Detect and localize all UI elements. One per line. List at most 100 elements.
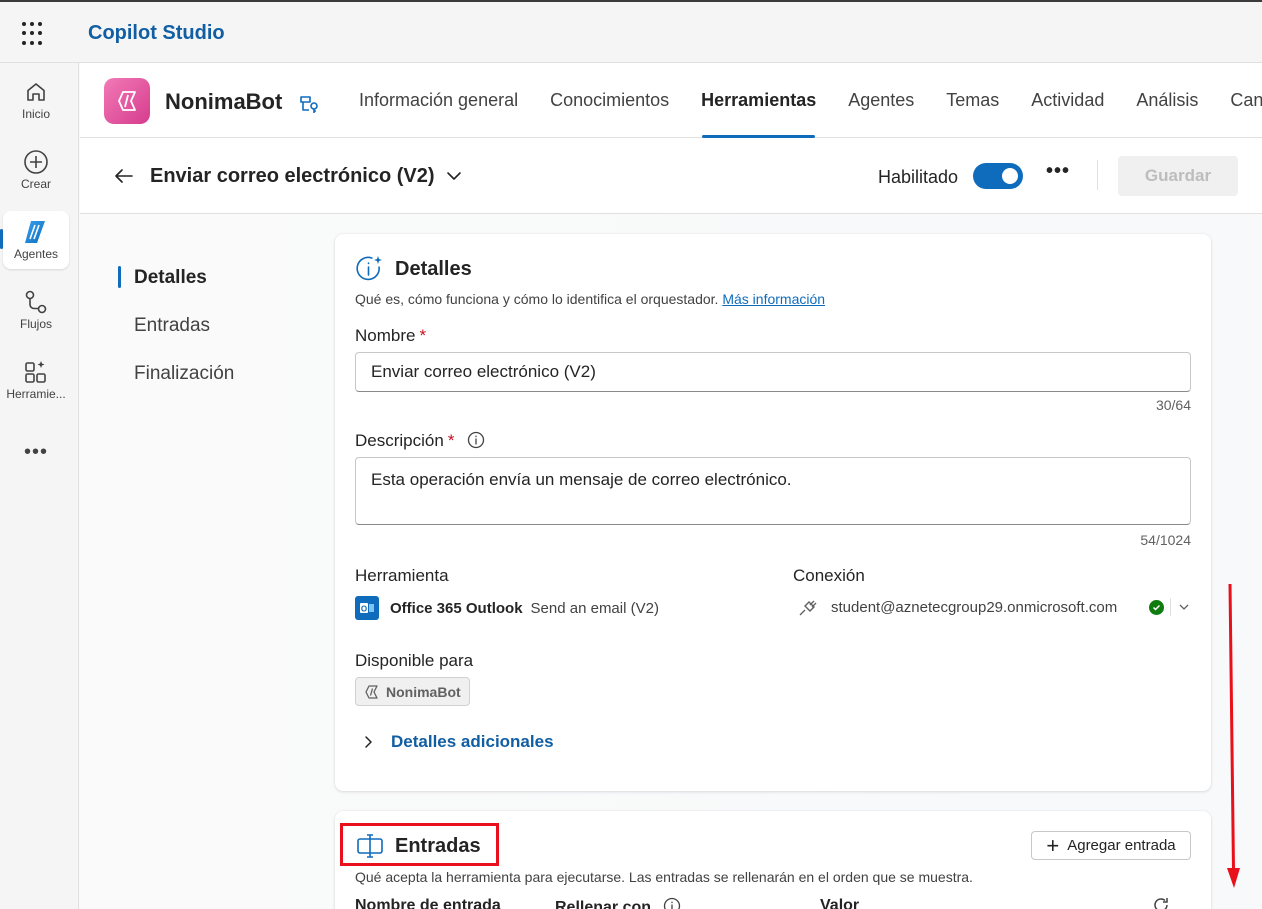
name-label: Nombre * — [355, 326, 426, 346]
details-header: Detalles — [355, 254, 472, 284]
app-title[interactable]: Copilot Studio — [88, 22, 225, 45]
top-bar: Copilot Studio — [0, 0, 1262, 63]
bot-header: NonimaBot Información general Conocimien… — [80, 63, 1262, 138]
home-icon — [23, 79, 49, 105]
col-fill-with-label: Rellenar con — [555, 899, 652, 909]
inputs-card: Entradas + Agregar entrada Qué acepta la… — [335, 811, 1211, 909]
bot-name: NonimaBot — [165, 89, 283, 114]
info-icon[interactable] — [467, 431, 485, 449]
additional-details-label: Detalles adicionales — [391, 732, 554, 751]
refresh-icon[interactable] — [1151, 895, 1171, 909]
description-field[interactable]: Esta operación envía un mensaje de corre… — [355, 457, 1191, 525]
name-field-value: Enviar correo electrónico (V2) — [371, 362, 596, 381]
tab-knowledge[interactable]: Conocimientos — [534, 63, 685, 138]
back-arrow-icon[interactable] — [112, 164, 136, 188]
check-icon — [1149, 599, 1164, 615]
plus-icon: + — [1046, 832, 1060, 858]
tab-agents[interactable]: Agentes — [832, 63, 930, 138]
tab-activity[interactable]: Actividad — [1015, 63, 1120, 138]
tab-overview[interactable]: Información general — [343, 63, 534, 138]
rail-item-flows[interactable]: Flujos — [3, 281, 69, 339]
enabled-toggle[interactable] — [973, 163, 1023, 189]
main-area: NonimaBot Información general Conocimien… — [80, 63, 1262, 909]
add-input-label: Agregar entrada — [1067, 837, 1176, 854]
additional-details-expander[interactable]: Detalles adicionales — [361, 732, 554, 752]
rail-item-label: Agentes — [13, 247, 59, 261]
rail-item-create[interactable]: Crear — [3, 141, 69, 199]
tab-tools[interactable]: Herramientas — [685, 63, 832, 138]
details-subtitle-text: Qué es, cómo funciona y cómo lo identifi… — [355, 291, 719, 307]
details-title: Detalles — [395, 257, 472, 280]
rail-more-icon[interactable]: ••• — [24, 441, 48, 464]
rail-item-home[interactable]: Inicio — [3, 71, 69, 129]
col-fill-with: Rellenar con — [555, 897, 681, 909]
name-counter: 30/64 — [1155, 397, 1191, 413]
details-subtitle: Qué es, cómo funciona y cómo lo identifi… — [355, 291, 825, 307]
description-field-value: Esta operación envía un mensaje de corre… — [371, 470, 792, 489]
content-area: Detalles Entradas Finalización Detalles … — [80, 214, 1262, 909]
connection-email: student@aznetecgroup29.onmicrosoft.com — [831, 598, 1118, 616]
tools-icon — [23, 359, 49, 385]
outlook-icon: O — [355, 596, 379, 620]
rail-item-label: Herramie... — [6, 387, 66, 401]
tool-info: O Office 365 Outlook Send an email (V2) — [355, 596, 659, 620]
save-button[interactable]: Guardar — [1118, 156, 1238, 196]
annotation-highlight-box — [340, 823, 499, 866]
enabled-label: Habilitado — [878, 167, 959, 187]
name-field[interactable]: Enviar correo electrónico (V2) — [355, 352, 1191, 392]
tab-topics[interactable]: Temas — [930, 63, 1015, 138]
rail-item-label: Crear — [20, 177, 51, 191]
key-icon[interactable] — [297, 91, 321, 115]
agents-icon — [23, 219, 49, 245]
info-icon[interactable] — [663, 897, 681, 909]
details-card: Detalles Qué es, cómo funciona y cómo lo… — [335, 234, 1211, 791]
col-value: Valor — [820, 897, 860, 909]
plus-circle-icon — [23, 149, 49, 175]
rail-item-label: Flujos — [19, 317, 52, 331]
info-sparkle-icon — [355, 254, 385, 284]
description-counter: 54/1024 — [1140, 532, 1191, 548]
section-nav: Detalles Entradas Finalización — [118, 254, 234, 398]
svg-text:O: O — [361, 605, 367, 614]
left-rail: Inicio Crear Agentes Flujos Herramie... … — [0, 63, 79, 909]
tool-toolbar: Enviar correo electrónico (V2) Habilitad… — [80, 138, 1262, 214]
available-label: Disponible para — [355, 651, 474, 670]
connection-label: Conexión — [793, 566, 865, 585]
bot-icon — [365, 684, 378, 699]
annotation-arrow-icon — [1227, 584, 1240, 888]
section-nav-completion[interactable]: Finalización — [118, 350, 234, 398]
available-for-pill: NonimaBot — [355, 677, 470, 706]
tool-title: Enviar correo electrónico (V2) — [150, 165, 435, 187]
chevron-down-icon[interactable] — [444, 166, 464, 186]
section-nav-inputs[interactable]: Entradas — [118, 302, 234, 350]
name-label-text: Nombre — [355, 326, 416, 345]
tool-label: Herramienta — [355, 566, 449, 585]
chevron-down-icon[interactable] — [1177, 600, 1191, 614]
available-value: NonimaBot — [386, 683, 461, 700]
rail-item-tools[interactable]: Herramie... — [3, 351, 69, 409]
tool-connector: Office 365 Outlook — [390, 599, 523, 617]
chevron-right-icon — [365, 736, 372, 748]
bot-avatar-icon — [104, 78, 150, 124]
col-input-name: Nombre de entrada — [355, 897, 501, 909]
tab-analytics[interactable]: Análisis — [1120, 63, 1214, 138]
plug-icon — [797, 596, 819, 618]
flows-icon — [23, 289, 49, 315]
bot-tabs: Información general Conocimientos Herram… — [343, 63, 1262, 138]
learn-more-link[interactable]: Más información — [722, 291, 825, 307]
connection-selector[interactable]: student@aznetecgroup29.onmicrosoft.com — [797, 596, 1191, 618]
tab-channels[interactable]: Canales — [1214, 63, 1262, 138]
inputs-subtitle: Qué acepta la herramienta para ejecutars… — [355, 869, 973, 885]
section-nav-details[interactable]: Detalles — [118, 254, 234, 302]
description-label-text: Descripción — [355, 431, 444, 450]
tool-action: Send an email (V2) — [530, 599, 659, 617]
required-mark: * — [419, 326, 427, 345]
more-options-icon[interactable]: ••• — [1046, 160, 1070, 183]
description-label: Descripción * — [355, 431, 485, 451]
rail-item-label: Inicio — [21, 107, 50, 121]
required-mark: * — [447, 431, 455, 450]
add-input-button[interactable]: + Agregar entrada — [1031, 831, 1191, 860]
app-launcher-icon[interactable] — [22, 22, 46, 46]
divider — [1170, 598, 1171, 616]
rail-item-agents[interactable]: Agentes — [0, 211, 69, 269]
